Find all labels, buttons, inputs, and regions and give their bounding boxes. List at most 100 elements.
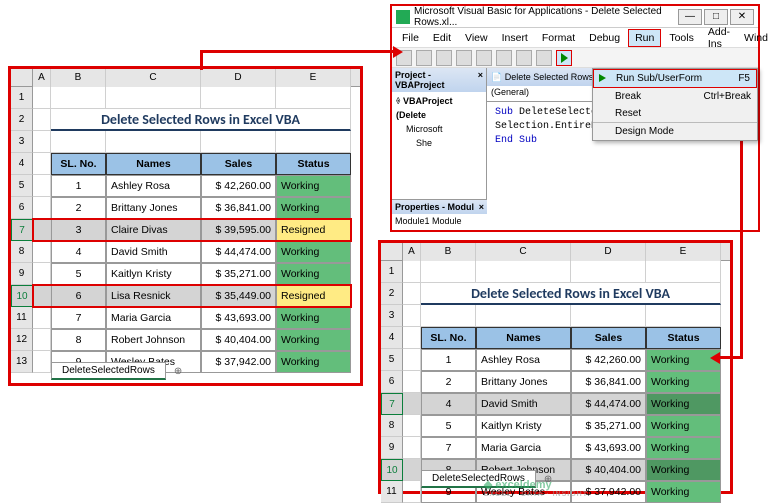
cell[interactable]: Status [646, 327, 721, 349]
cell[interactable] [403, 371, 421, 393]
tb-run-icon[interactable] [556, 50, 572, 66]
close-icon[interactable]: × [479, 202, 484, 212]
cell[interactable]: Maria Garcia [476, 437, 571, 459]
cell[interactable] [33, 263, 51, 285]
cell[interactable]: $ 42,260.00 [201, 175, 276, 197]
cell[interactable] [33, 351, 51, 373]
close-icon[interactable]: × [478, 70, 483, 90]
cell[interactable]: 5 [51, 263, 106, 285]
tb-save-icon[interactable] [416, 50, 432, 66]
select-all-corner[interactable] [381, 243, 403, 261]
cell[interactable] [421, 261, 476, 283]
row-header[interactable]: 7 [381, 393, 403, 415]
cell[interactable]: $ 35,271.00 [201, 263, 276, 285]
cell[interactable] [403, 283, 421, 305]
cell[interactable]: Working [276, 197, 351, 219]
row-header[interactable]: 5 [11, 175, 33, 197]
row-header[interactable]: 10 [381, 459, 403, 481]
cell[interactable]: Brittany Jones [106, 197, 201, 219]
cell[interactable] [276, 87, 351, 109]
menu-addins[interactable]: Add-Ins [702, 24, 736, 52]
cell[interactable]: $ 43,693.00 [201, 307, 276, 329]
project-explorer[interactable]: Project - VBAProject× 🞠 VBAProject (Dele… [392, 68, 487, 228]
cell[interactable]: Names [476, 327, 571, 349]
cell[interactable]: Resigned [276, 285, 351, 307]
sheet-title[interactable]: Delete Selected Rows in Excel VBA [51, 109, 351, 131]
cell[interactable]: Working [276, 175, 351, 197]
row-header[interactable]: 4 [11, 153, 33, 175]
menu-tools[interactable]: Tools [663, 30, 700, 46]
cell[interactable]: 5 [421, 415, 476, 437]
menu-file[interactable]: File [396, 30, 425, 46]
cell[interactable] [33, 197, 51, 219]
cell[interactable]: $ 35,271.00 [571, 415, 646, 437]
tb-copy-icon[interactable] [456, 50, 472, 66]
cell[interactable]: 4 [51, 241, 106, 263]
cell[interactable]: 8 [51, 329, 106, 351]
col-header-e[interactable]: E [646, 243, 721, 261]
cell[interactable] [201, 87, 276, 109]
maximize-button[interactable]: □ [704, 9, 728, 25]
cell[interactable]: SL. No. [421, 327, 476, 349]
cell[interactable]: Ashley Rosa [476, 349, 571, 371]
cell[interactable] [403, 349, 421, 371]
tree-node[interactable]: Microsoft [396, 122, 482, 136]
row-header[interactable]: 12 [11, 329, 33, 351]
cell[interactable]: Ashley Rosa [106, 175, 201, 197]
tb-undo-icon[interactable] [516, 50, 532, 66]
cell[interactable]: $ 36,841.00 [571, 371, 646, 393]
tb-redo-icon[interactable] [536, 50, 552, 66]
cell[interactable]: Working [276, 241, 351, 263]
row-header[interactable]: 5 [381, 349, 403, 371]
row-header[interactable]: 1 [11, 87, 33, 109]
cell[interactable]: Working [276, 263, 351, 285]
col-header-a[interactable]: A [33, 69, 51, 87]
cell[interactable] [106, 87, 201, 109]
tb-find-icon[interactable] [496, 50, 512, 66]
col-header-b[interactable]: B [421, 243, 476, 261]
cell[interactable]: Maria Garcia [106, 307, 201, 329]
cell[interactable] [33, 87, 51, 109]
row-header[interactable]: 3 [11, 131, 33, 153]
cell[interactable]: Claire Divas [106, 219, 201, 241]
menu-debug[interactable]: Debug [583, 30, 626, 46]
cell[interactable] [33, 219, 51, 241]
cell[interactable]: Working [646, 437, 721, 459]
menu-view[interactable]: View [459, 30, 494, 46]
cell[interactable]: 7 [51, 307, 106, 329]
close-button[interactable]: ✕ [730, 9, 754, 25]
row-header[interactable]: 11 [11, 307, 33, 329]
cell[interactable] [33, 329, 51, 351]
cell[interactable] [646, 261, 721, 283]
cell[interactable]: Working [646, 459, 721, 481]
cell[interactable]: Working [646, 393, 721, 415]
cell[interactable] [51, 131, 106, 153]
cell[interactable]: Working [646, 371, 721, 393]
menu-design-mode[interactable]: Design Mode [593, 123, 757, 140]
row-header[interactable]: 4 [381, 327, 403, 349]
cell[interactable]: $ 40,404.00 [201, 329, 276, 351]
cell[interactable]: Sales [571, 327, 646, 349]
cell[interactable]: $ 37,942.00 [201, 351, 276, 373]
cell[interactable]: 7 [421, 437, 476, 459]
cell[interactable] [33, 307, 51, 329]
properties-pane[interactable]: Properties - Modul× Module1 Module [392, 199, 487, 228]
cell[interactable] [646, 305, 721, 327]
cell[interactable]: Lisa Resnick [106, 285, 201, 307]
row-header[interactable]: 2 [381, 283, 403, 305]
cell[interactable]: SL. No. [51, 153, 106, 175]
cell[interactable] [571, 261, 646, 283]
cell[interactable] [403, 327, 421, 349]
cell[interactable]: Working [646, 481, 721, 503]
cell[interactable] [33, 131, 51, 153]
col-header-b[interactable]: B [51, 69, 106, 87]
cell[interactable]: Brittany Jones [476, 371, 571, 393]
cell[interactable]: $ 44,474.00 [201, 241, 276, 263]
cell[interactable]: 1 [421, 349, 476, 371]
sheet-title[interactable]: Delete Selected Rows in Excel VBA [421, 283, 721, 305]
cell[interactable] [33, 153, 51, 175]
cell[interactable]: Robert Johnson [106, 329, 201, 351]
row-header[interactable]: 10 [11, 285, 33, 307]
row-header[interactable]: 8 [11, 241, 33, 263]
cell[interactable] [476, 305, 571, 327]
